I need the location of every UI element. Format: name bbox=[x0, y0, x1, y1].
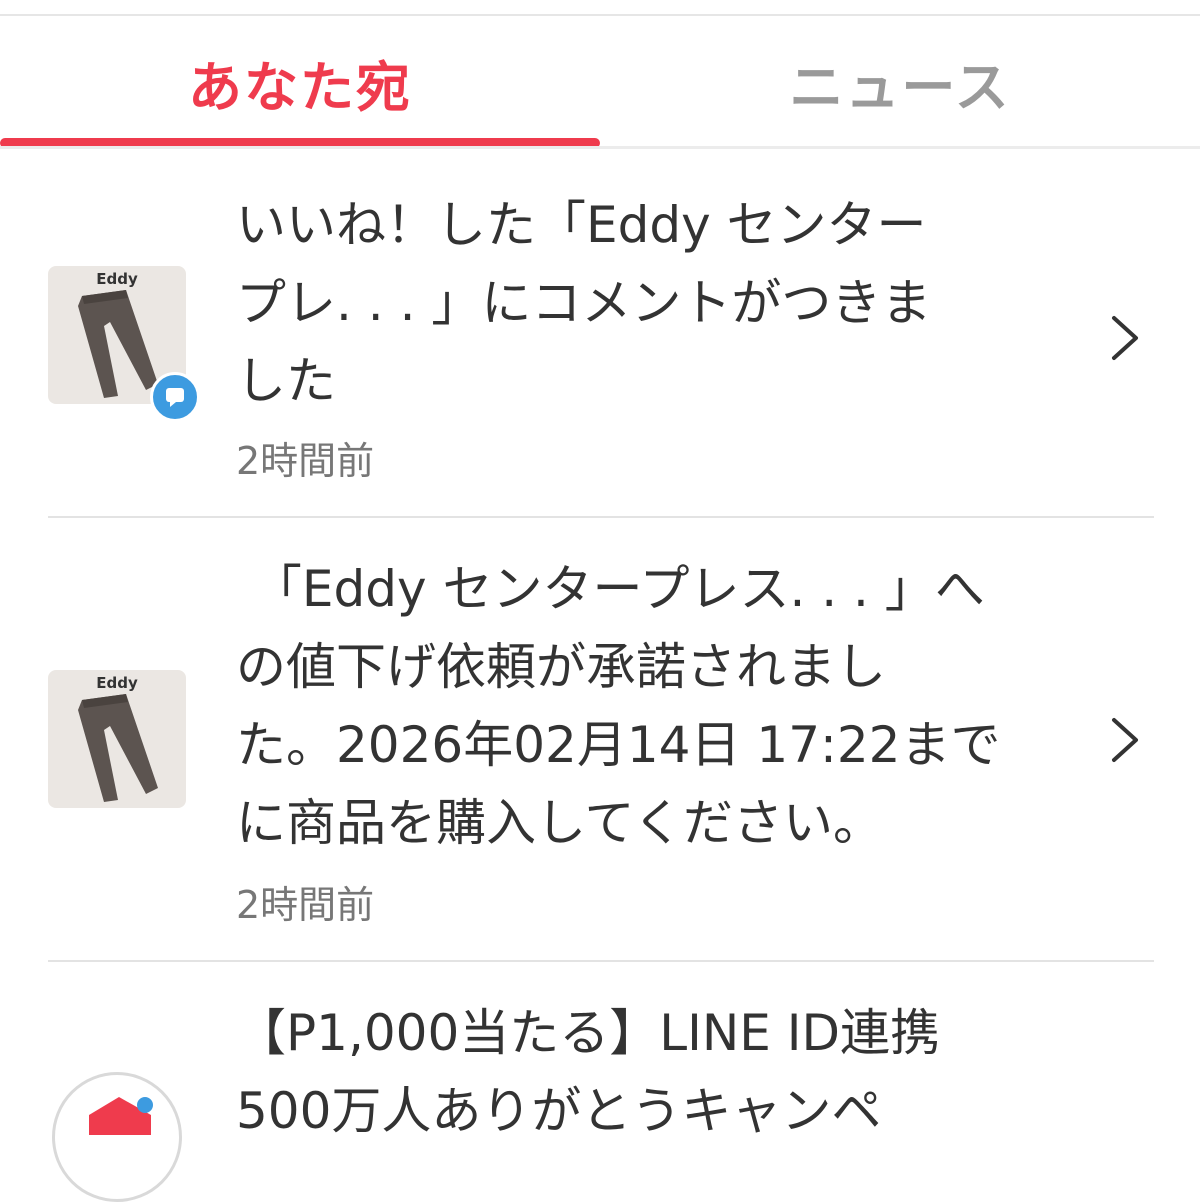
campaign-logo-icon bbox=[52, 1072, 182, 1202]
message-line: プレ. . . 」にコメントがつきま bbox=[236, 274, 932, 332]
comment-badge-icon bbox=[150, 372, 200, 422]
message-line: 【P1,000当たる】LINE ID連携 bbox=[236, 1004, 941, 1062]
product-thumbnail: Eddy bbox=[48, 670, 186, 808]
row-divider bbox=[48, 516, 1154, 518]
message-line: 500万人ありがとうキャンペ bbox=[236, 1082, 882, 1140]
tab-news[interactable]: ニュース bbox=[600, 16, 1200, 148]
message-line: た。2026年02月14日 17:22まで bbox=[236, 716, 1001, 774]
tab-for-you[interactable]: あなた宛 bbox=[0, 16, 600, 148]
message-line: の値下げ依頼が承諾されまし bbox=[236, 638, 886, 696]
tab-bar: あなた宛 ニュース bbox=[0, 16, 1200, 150]
notification-time: 2時間前 bbox=[236, 439, 375, 483]
notification-time: 2時間前 bbox=[236, 883, 375, 927]
row-divider bbox=[48, 960, 1154, 962]
chevron-right-icon bbox=[1112, 718, 1138, 762]
notification-message: 【P1,000当たる】LINE ID連携 500万人ありがとうキャンペ bbox=[236, 994, 1056, 1150]
chevron-right-icon bbox=[1112, 316, 1138, 360]
notification-message: 「Eddy センタープレス. . . 」へ の値下げ依頼が承諾されまし た。20… bbox=[236, 550, 1076, 862]
tabs-divider bbox=[0, 146, 1200, 149]
message-line: 「Eddy センタープレス. . . 」へ bbox=[236, 560, 985, 618]
message-line: いいね！した「Eddy センター bbox=[236, 196, 927, 254]
message-line: した bbox=[236, 352, 336, 410]
message-line: に商品を購入してください。 bbox=[236, 794, 883, 852]
pants-image bbox=[78, 694, 158, 802]
notification-message: いいね！した「Eddy センター プレ. . . 」にコメントがつきま した bbox=[236, 186, 1056, 420]
